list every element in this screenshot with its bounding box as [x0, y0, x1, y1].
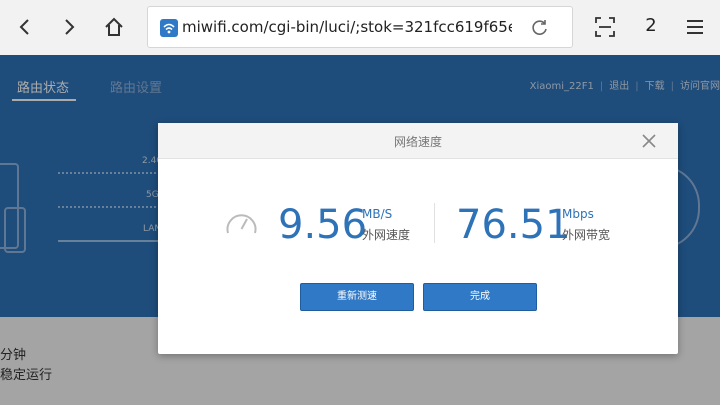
- menu-button[interactable]: [680, 12, 710, 42]
- tab-count[interactable]: 2: [640, 12, 662, 40]
- home-button[interactable]: [99, 12, 129, 42]
- download-speed-value: 9.56: [278, 202, 368, 248]
- dialog-header: 网络速度: [158, 123, 678, 159]
- wifi-secure-icon: [160, 19, 178, 37]
- scan-button[interactable]: [590, 12, 620, 42]
- close-icon[interactable]: [641, 133, 657, 149]
- scan-icon: [595, 17, 615, 37]
- dialog-title: 网络速度: [393, 135, 442, 149]
- menu-icon: [687, 20, 703, 34]
- bandwidth-value: 76.51: [456, 202, 571, 248]
- bandwidth-label: 外网带宽: [562, 228, 611, 242]
- forward-button[interactable]: [54, 12, 84, 42]
- speed-gauge-icon: [226, 214, 257, 234]
- retest-button[interactable]: 重新测速: [300, 283, 414, 311]
- done-button[interactable]: 完成: [423, 283, 537, 311]
- download-speed-label: 外网速度: [362, 228, 411, 242]
- bandwidth-unit: Mbps: [562, 207, 594, 221]
- download-speed-unit: MB/S: [362, 207, 393, 221]
- back-button[interactable]: [10, 12, 40, 42]
- back-icon: [19, 19, 29, 35]
- speed-divider: [434, 203, 435, 243]
- forward-icon: [65, 19, 75, 35]
- address-bar[interactable]: miwifi.com/cgi-bin/luci/;stok=321fcc619f…: [147, 6, 573, 48]
- network-speed-dialog: 网络速度 9.56 MB/S 外网速度 76.51 Mbps 外网带宽 重新测速…: [158, 123, 678, 354]
- browser-toolbar: miwifi.com/cgi-bin/luci/;stok=321fcc619f…: [0, 0, 720, 55]
- home-icon: [105, 17, 123, 36]
- reload-icon[interactable]: [530, 18, 550, 38]
- url-text[interactable]: miwifi.com/cgi-bin/luci/;stok=321fcc619f…: [182, 18, 512, 36]
